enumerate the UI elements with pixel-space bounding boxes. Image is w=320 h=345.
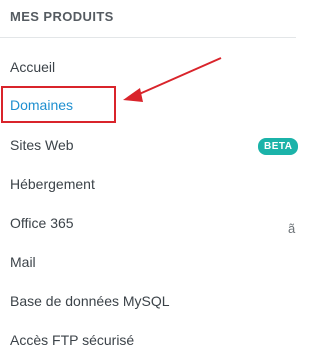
products-sidebar: MES PRODUITS Accueil Domaines Sites Web … bbox=[0, 0, 299, 345]
annotation-arrow-head bbox=[123, 88, 143, 102]
annotation-arrow-shaft bbox=[136, 57, 222, 96]
annotation-arrow bbox=[123, 57, 222, 102]
